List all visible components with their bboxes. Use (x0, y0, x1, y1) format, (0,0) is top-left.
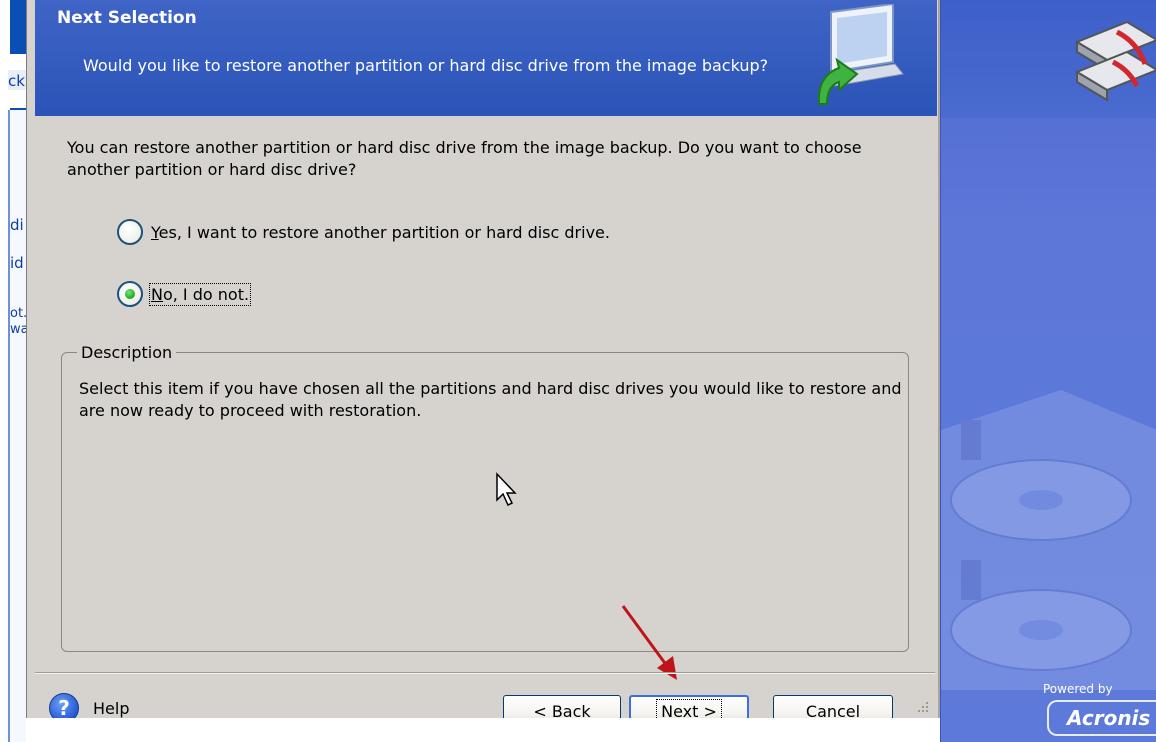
option-no-radio[interactable]: No, I do not. (117, 281, 252, 307)
background-text-fragment: ck (8, 72, 25, 90)
intro-text: You can restore another partition or har… (67, 138, 862, 179)
background-panel (8, 110, 26, 742)
powered-by-label: Powered by (1043, 682, 1113, 696)
footer-divider (35, 672, 935, 674)
wizard-header: Next Selection Would you like to restore… (35, 0, 937, 116)
page-title: Next Selection (57, 8, 197, 28)
hard-drive-illustration (941, 390, 1156, 690)
background-window: ck di id ot. wa (0, 0, 26, 742)
radio-button-unchecked[interactable] (117, 219, 143, 245)
resize-grip-icon[interactable] (916, 700, 930, 714)
mouse-cursor-icon (496, 472, 517, 507)
description-legend: Description (77, 343, 177, 362)
help-label[interactable]: Help (93, 699, 129, 718)
background-titlebar (10, 0, 26, 54)
window-bottom-edge (26, 718, 940, 742)
restore-computer-icon (817, 4, 904, 105)
brand-panel: Powered by Acronis (940, 0, 1156, 742)
disk-stack-icon (1074, 20, 1156, 102)
background-text-fragment: id (10, 254, 24, 272)
background-text-fragment: wa (10, 322, 26, 337)
radio-button-checked[interactable] (117, 281, 143, 307)
acronis-logo: Acronis (1067, 706, 1151, 730)
description-text: Select this item if you have chosen all … (79, 379, 902, 420)
wizard-dialog: Next Selection Would you like to restore… (26, 0, 940, 727)
option-yes-radio[interactable]: Yes, I want to restore another partition… (117, 219, 610, 245)
background-text-fragment: di (10, 216, 24, 234)
background-text-fragment: ot. (10, 306, 26, 321)
option-no-label[interactable]: No, I do not. (148, 282, 252, 306)
option-yes-label[interactable]: Yes, I want to restore another partition… (151, 223, 610, 242)
page-subtitle: Would you like to restore another partit… (83, 56, 769, 75)
